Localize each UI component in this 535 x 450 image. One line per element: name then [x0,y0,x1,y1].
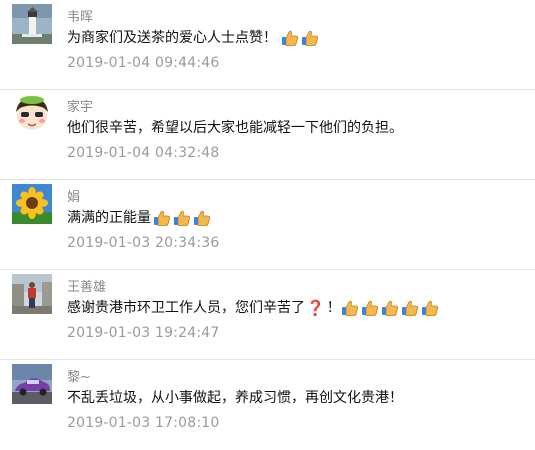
thumbs-up-icon [193,209,211,227]
comment-item: 娟 满满的正能量 2019-01-03 20:34:36 [0,180,535,270]
emoji-group [153,209,211,227]
username[interactable]: 娟 [67,186,80,205]
timestamp: 2019-01-04 09:44:46 [67,55,220,71]
username[interactable]: 黎~ [67,366,91,385]
comment-text: 为商家们及送茶的爱心人士点赞！ [67,30,277,46]
comment-text: 满满的正能量 [67,210,151,226]
emoji-group [281,29,319,47]
timestamp: 2019-01-03 19:24:47 [67,325,220,341]
comment-item: 家宇 他们很辛苦，希望以后大家也能减轻一下他们的负担。 2019-01-04 0… [0,90,535,180]
purple-car-avatar[interactable] [12,364,52,404]
thumbs-up-icon [361,299,379,317]
timestamp: 2019-01-03 17:08:10 [67,415,220,431]
question-mark-icon: ❓ [306,299,325,317]
comment-list: 韦晖 为商家们及送茶的爱心人士点赞！ 2019-01-04 09:44:46 家… [0,0,535,442]
comment-text-suffix: ！ [326,300,341,316]
comment-content: 满满的正能量 [67,208,211,228]
comment-item: 韦晖 为商家们及送茶的爱心人士点赞！ 2019-01-04 09:44:46 [0,0,535,90]
thumbs-up-icon [301,29,319,47]
thumbs-up-icon [341,299,359,317]
thumbs-up-icon [281,29,299,47]
username[interactable]: 王善雄 [67,276,106,295]
timestamp: 2019-01-04 04:32:48 [67,145,220,161]
username[interactable]: 韦晖 [67,6,93,25]
comment-text: 不乱丢垃圾，从小事做起，养成习惯，再创文化贵港！ [67,390,403,406]
emoji-group [341,299,439,317]
thumbs-up-icon [421,299,439,317]
comment-text: 感谢贵港市环卫工作人员，您们辛苦了 [67,300,305,316]
comment-content: 为商家们及送茶的爱心人士点赞！ [67,28,319,48]
comment-content: 他们很辛苦，希望以后大家也能减轻一下他们的负担。 [67,118,403,138]
comment-text: 他们很辛苦，希望以后大家也能减轻一下他们的负担。 [67,120,403,136]
comment-content: 不乱丢垃圾，从小事做起，养成习惯，再创文化贵港！ [67,388,403,408]
lighthouse-avatar[interactable] [12,4,52,44]
thumbs-up-icon [401,299,419,317]
timestamp: 2019-01-03 20:34:36 [67,235,220,251]
comment-content: 感谢贵港市环卫工作人员，您们辛苦了 ❓ ！ [67,298,439,318]
comment-item: 王善雄 感谢贵港市环卫工作人员，您们辛苦了 ❓ ！ 2019-01-03 19:… [0,270,535,360]
comment-item: 黎~ 不乱丢垃圾，从小事做起，养成习惯，再创文化贵港！ 2019-01-03 1… [0,360,535,450]
username[interactable]: 家宇 [67,96,93,115]
thumbs-up-icon [153,209,171,227]
thumbs-up-icon [381,299,399,317]
cartoon-girl-avatar[interactable] [12,94,52,134]
sunflower-avatar[interactable] [12,184,52,224]
person-standing-avatar[interactable] [12,274,52,314]
thumbs-up-icon [173,209,191,227]
